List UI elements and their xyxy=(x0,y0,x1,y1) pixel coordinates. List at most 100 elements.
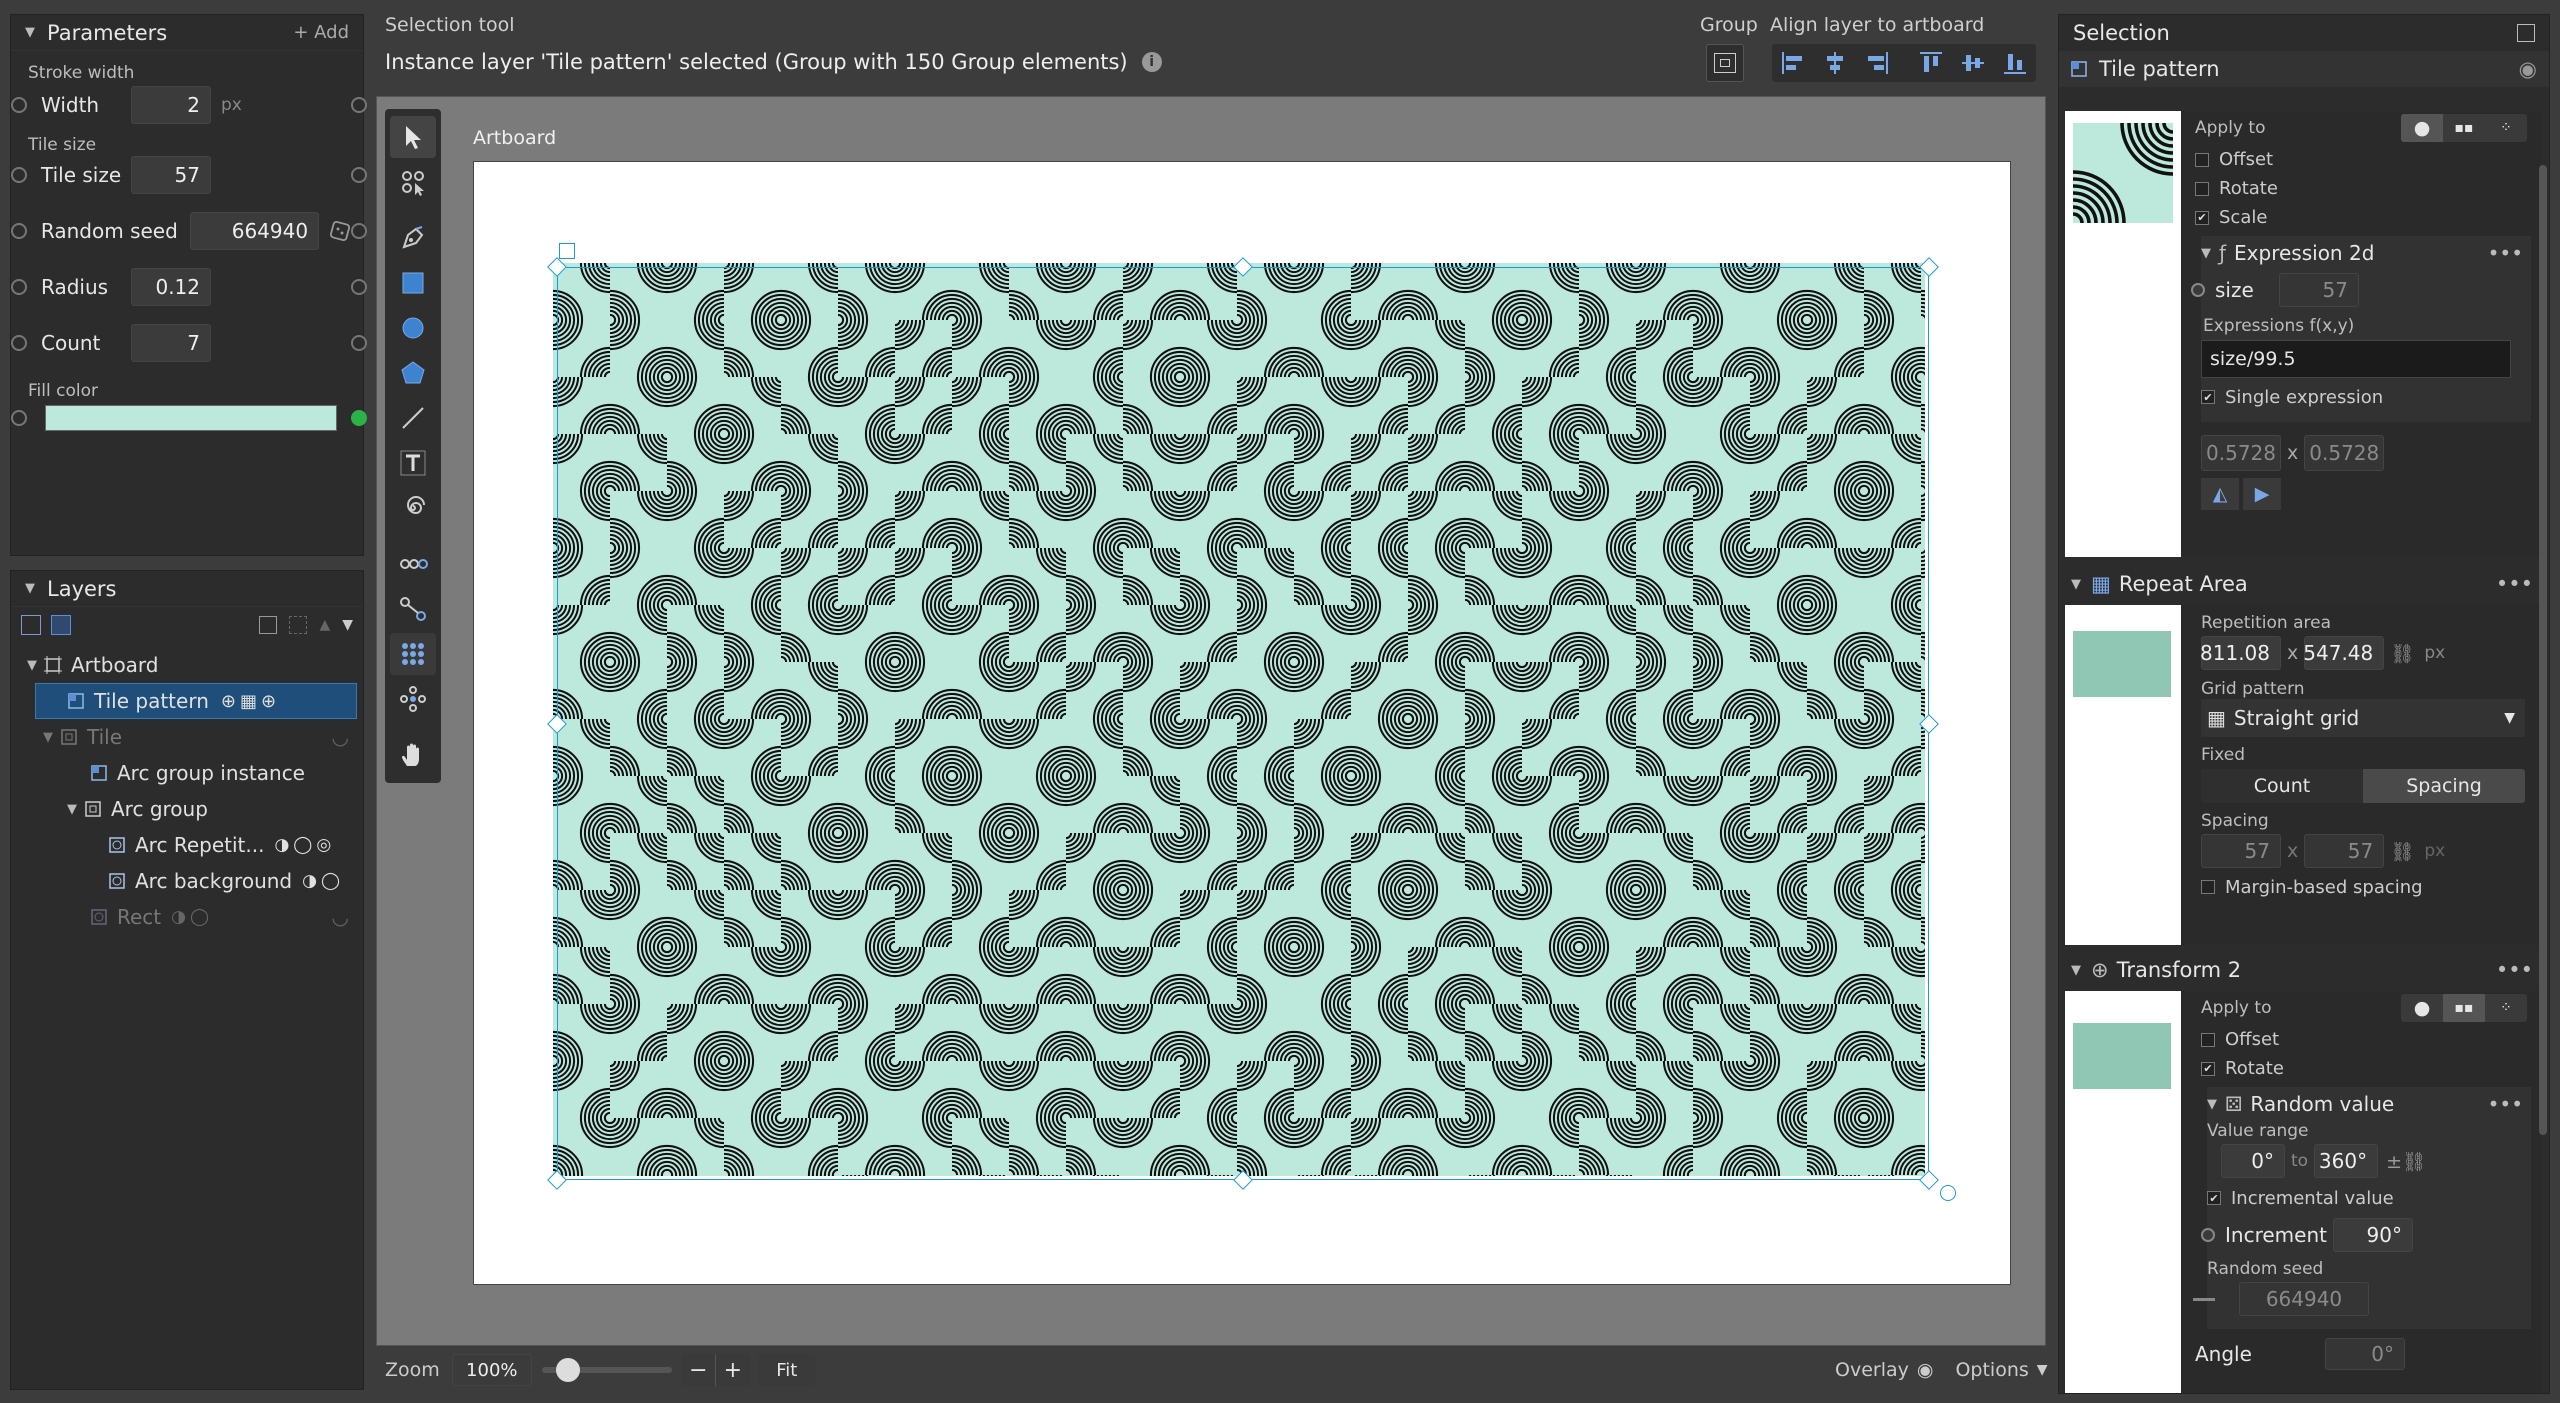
grid-repeat-tool[interactable] xyxy=(390,633,436,675)
align-middle-v-button[interactable] xyxy=(1954,44,1992,82)
align-top-button[interactable] xyxy=(1912,44,1950,82)
overlay-label[interactable]: Overlay xyxy=(1835,1359,1909,1381)
repeat-more-icon[interactable]: ••• xyxy=(2496,572,2533,596)
layer-row-arc-repetition[interactable]: Arc Repetit... ◑ ◯ ◎ xyxy=(11,827,363,863)
count-output-socket[interactable] xyxy=(351,335,367,351)
flip-horizontal-icon[interactable]: ◭ xyxy=(2201,478,2239,510)
flip-vertical-icon[interactable]: ▶ xyxy=(2243,478,2281,510)
transform2-header[interactable]: ▼ ⊕ Transform 2 ••• xyxy=(2065,951,2541,989)
count-tab[interactable]: Count xyxy=(2201,769,2363,803)
transform-modifier-icon[interactable]: ⊕ xyxy=(221,691,236,712)
group-toggle-icon[interactable] xyxy=(1714,53,1736,73)
fill-color-swatch[interactable] xyxy=(45,405,337,431)
angle-input[interactable]: 0° xyxy=(2325,1338,2405,1370)
expand-arc-group-icon[interactable]: ▼ xyxy=(67,802,77,817)
duplicate-layer-icon[interactable] xyxy=(21,615,41,635)
fill-color-output-socket[interactable] xyxy=(351,410,367,426)
blend-tool[interactable] xyxy=(390,543,436,585)
line-tool[interactable] xyxy=(390,397,436,439)
collapse-triangle-icon[interactable]: ▼ xyxy=(25,25,35,40)
tile-size-link-socket[interactable] xyxy=(11,167,27,183)
incremental-checkbox[interactable]: ✔ xyxy=(2207,1191,2221,1205)
group-selection-tool[interactable] xyxy=(390,161,436,203)
zoom-in-button[interactable]: + xyxy=(716,1354,750,1386)
single-expression-checkbox[interactable]: ✔ xyxy=(2201,390,2215,404)
align-center-h-button[interactable] xyxy=(1816,44,1854,82)
ungroup-layer-icon[interactable] xyxy=(289,616,307,634)
stroke-style-icon[interactable]: ◯ xyxy=(293,835,312,855)
layer-row-tile-pattern[interactable]: Tile pattern ⊕ ▦ ⊕ xyxy=(35,683,357,719)
transform2-more-icon[interactable]: ••• xyxy=(2496,958,2533,982)
expression-collapse-icon[interactable]: ▼ xyxy=(2201,246,2211,261)
hidden-eye-icon[interactable]: ◡ xyxy=(332,905,349,929)
zoom-input[interactable]: 100% xyxy=(452,1354,532,1386)
radius-output-socket[interactable] xyxy=(351,279,367,295)
align-left-button[interactable] xyxy=(1774,44,1812,82)
pen-tool[interactable] xyxy=(390,217,436,259)
add-parameter-button[interactable]: + Add xyxy=(293,22,349,43)
selection-tool[interactable] xyxy=(390,116,436,158)
tile-size-input[interactable]: 57 xyxy=(131,156,211,194)
apply2-single-button[interactable]: ● xyxy=(2401,994,2443,1022)
zoom-out-button[interactable]: − xyxy=(682,1354,716,1386)
random-seed-input[interactable]: 664940 xyxy=(190,212,319,250)
scale-checkbox[interactable]: ✔ xyxy=(2195,211,2209,225)
random-collapse-icon[interactable]: ▼ xyxy=(2207,1097,2217,1112)
range-from-input[interactable]: 0° xyxy=(2221,1144,2285,1178)
increment-link-socket[interactable] xyxy=(2201,1228,2215,1242)
stroke-style-icon[interactable]: ◯ xyxy=(321,871,340,891)
radial-repeat-tool[interactable] xyxy=(390,678,436,720)
spacing-tab[interactable]: Spacing xyxy=(2363,769,2525,803)
margin-spacing-checkbox[interactable] xyxy=(2201,880,2215,894)
apply-random-button[interactable]: ⁘ xyxy=(2485,114,2527,142)
random-more-icon[interactable]: ••• xyxy=(2488,1092,2523,1116)
expression-input[interactable]: size/99.5 xyxy=(2201,340,2511,378)
repeat-area-header[interactable]: ▼ ▦ Repeat Area ••• xyxy=(2065,565,2541,603)
repeat-collapse-icon[interactable]: ▼ xyxy=(2071,577,2081,592)
size-link-socket[interactable] xyxy=(2191,283,2205,297)
layer-row-artboard[interactable]: ▼ Artboard xyxy=(11,647,363,683)
move-up-icon[interactable]: ▲ xyxy=(319,617,330,633)
apply2-random-button[interactable]: ⁘ xyxy=(2485,994,2527,1022)
lock-ratio-icon[interactable]: ⛓ xyxy=(2390,642,2414,665)
options-label[interactable]: Options xyxy=(1955,1359,2028,1381)
fit-button[interactable]: Fit xyxy=(758,1354,816,1386)
detach-panel-icon[interactable] xyxy=(2517,24,2535,42)
eye-icon[interactable]: ◉ xyxy=(1917,1359,1934,1381)
width-link-socket[interactable] xyxy=(11,97,27,113)
seed-link-socket[interactable] xyxy=(2193,1298,2215,1301)
repetition-height-input[interactable]: 547.48 xyxy=(2304,636,2384,670)
range-to-input[interactable]: 360° xyxy=(2314,1144,2378,1178)
range-lock-icon[interactable]: ±⛓ xyxy=(2386,1150,2426,1173)
offset2-checkbox[interactable] xyxy=(2201,1033,2215,1047)
group-layer-icon[interactable] xyxy=(259,616,277,634)
rectangle-tool[interactable] xyxy=(390,262,436,304)
radius-input[interactable]: 0.12 xyxy=(131,268,211,306)
tile-size-output-socket[interactable] xyxy=(351,167,367,183)
apply-grid-button[interactable]: ▪▪ xyxy=(2443,114,2485,142)
origin-handle[interactable] xyxy=(559,243,575,259)
fill-style-icon[interactable]: ◑ xyxy=(171,907,186,927)
spiral-tool[interactable] xyxy=(390,487,436,529)
increment-input[interactable]: 90° xyxy=(2333,1218,2413,1252)
size-input[interactable]: 57 xyxy=(2279,273,2359,307)
hand-tool[interactable] xyxy=(390,734,436,776)
random-seed-output-socket[interactable] xyxy=(351,223,367,239)
hidden-eye-icon[interactable]: ◡ xyxy=(332,725,349,749)
new-instance-icon[interactable] xyxy=(51,615,71,635)
width-output-socket[interactable] xyxy=(351,97,367,113)
fill-style-icon[interactable]: ◑ xyxy=(302,871,317,891)
expand-tile-icon[interactable]: ▼ xyxy=(43,730,53,745)
dice-icon[interactable] xyxy=(329,220,351,242)
repeat-modifier-icon[interactable]: ▦ xyxy=(240,691,257,712)
selection-scrollbar[interactable] xyxy=(2539,165,2547,1135)
repeat-style-icon[interactable]: ◎ xyxy=(316,835,331,855)
chevron-down-icon[interactable]: ▼ xyxy=(2037,1362,2048,1378)
ellipse-tool[interactable] xyxy=(390,307,436,349)
random-seed-link-socket[interactable] xyxy=(11,223,27,239)
grid-pattern-select[interactable]: ▦ Straight grid ▼ xyxy=(2201,699,2525,737)
layers-header[interactable]: ▼ Layers xyxy=(11,571,363,607)
align-right-button[interactable] xyxy=(1858,44,1896,82)
lock-ratio-icon[interactable]: ⛓ xyxy=(2390,840,2414,863)
transform2-collapse-icon[interactable]: ▼ xyxy=(2071,963,2081,978)
